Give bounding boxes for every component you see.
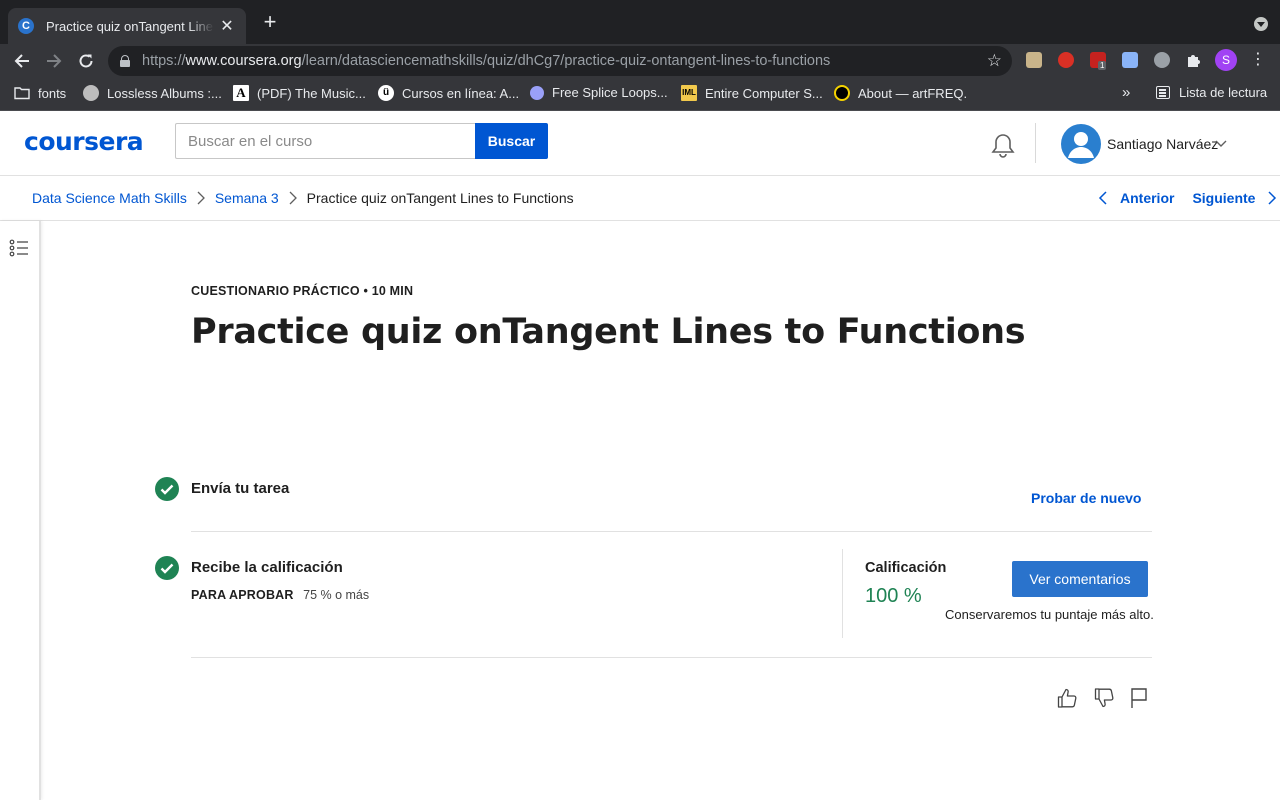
bookmark-item[interactable]: IML Entire Computer S... (681, 85, 823, 101)
course-search-input[interactable] (175, 123, 475, 159)
breadcrumb-course[interactable]: Data Science Math Skills (32, 190, 187, 206)
bookmark-item[interactable]: About — artFREQ. (834, 85, 967, 101)
extension-mustache-icon[interactable] (1026, 52, 1042, 68)
check-circle-icon (155, 556, 179, 580)
section-divider (191, 657, 1152, 658)
bookmarks-overflow-icon[interactable]: » (1122, 84, 1130, 101)
grade-label: Calificación (865, 560, 947, 576)
section-divider (191, 531, 1152, 532)
bookmarks-bar: fonts Lossless Albums :... A (PDF) The M… (0, 77, 1280, 111)
item-pager: Anterior Siguiente (1098, 190, 1277, 206)
browser-tab[interactable]: C Practice quiz onTangent Lines to Funct… (8, 8, 246, 44)
forward-icon[interactable] (41, 48, 67, 74)
breadcrumb: Data Science Math Skills Semana 3 Practi… (32, 190, 574, 206)
site-header: coursera Buscar Santiago Narváez (0, 111, 1280, 176)
chevron-right-icon (288, 191, 298, 205)
iml-icon: IML (681, 85, 697, 101)
profile-avatar[interactable]: S (1215, 49, 1237, 71)
udemy-icon: ü (378, 85, 394, 101)
extension-adblock-icon[interactable] (1058, 52, 1074, 68)
user-avatar[interactable] (1061, 124, 1101, 164)
breadcrumb-current: Practice quiz onTangent Lines to Functio… (306, 190, 574, 206)
bookmark-item[interactable]: Free Splice Loops... (530, 85, 668, 100)
close-tab-icon[interactable]: ✕ (218, 16, 236, 36)
folder-icon (14, 87, 30, 100)
try-again-button[interactable]: Probar de nuevo (1031, 490, 1141, 506)
chevron-left-icon (1098, 191, 1107, 205)
new-tab-icon[interactable]: + (258, 10, 282, 34)
lock-icon (120, 55, 130, 67)
browser-menu-icon[interactable]: ⋮ (1250, 52, 1266, 68)
receive-grade-step: Recibe la calificación (191, 559, 343, 576)
pass-value: 75 % o más (303, 588, 370, 602)
back-icon[interactable] (9, 48, 35, 74)
bookmark-star-icon[interactable]: ☆ (987, 51, 1002, 71)
course-outline-list-icon[interactable] (9, 239, 29, 257)
submit-assignment-step: Envía tu tarea (191, 480, 290, 497)
tab-search-icon[interactable] (1254, 17, 1268, 31)
breadcrumb-week[interactable]: Semana 3 (215, 190, 279, 206)
chevron-right-icon (196, 191, 206, 205)
browser-toolbar: https://www.coursera.org/learn/datascien… (0, 44, 1280, 77)
globe-icon (83, 85, 99, 101)
report-flag-icon[interactable] (1130, 687, 1148, 709)
item-type-label: CUESTIONARIO PRÁCTICO • 10 MIN (191, 284, 414, 298)
bookmark-item[interactable]: ü Cursos en línea: A... (378, 85, 519, 101)
grade-value: 100 % (865, 585, 922, 607)
breadcrumb-divider (0, 220, 1280, 221)
coursera-favicon-icon: C (18, 18, 34, 34)
reload-icon[interactable] (73, 48, 99, 74)
url-text: https://www.coursera.org/learn/datascien… (142, 53, 831, 69)
previous-button[interactable]: Anterior (1098, 190, 1174, 206)
notification-bell-icon[interactable] (990, 132, 1016, 160)
chevron-right-icon (1268, 191, 1277, 205)
page-title: Practice quiz onTangent Lines to Functio… (191, 312, 1026, 352)
user-silhouette-icon (1068, 132, 1094, 158)
pass-label: PARA APROBAR (191, 588, 294, 602)
header-divider (1035, 123, 1036, 163)
address-bar[interactable]: https://www.coursera.org/learn/datascien… (108, 46, 1012, 76)
extension-calendar-icon[interactable]: 1 (1090, 52, 1107, 70)
reading-list-button[interactable]: Lista de lectura (1156, 85, 1267, 100)
bookmark-item[interactable]: A (PDF) The Music... (233, 85, 366, 101)
browser-tab-bar: C Practice quiz onTangent Lines to Funct… (0, 0, 1280, 44)
passing-requirement: PARA APROBAR 75 % o más (191, 588, 369, 602)
artfreq-icon (834, 85, 850, 101)
tab-title: Practice quiz onTangent Lines to Functio… (46, 18, 214, 34)
coursera-logo[interactable]: coursera (24, 127, 144, 156)
bookmark-item[interactable]: fonts (14, 85, 66, 101)
reading-list-icon (1156, 86, 1170, 99)
highest-score-note: Conservaremos tu puntaje más alto. (945, 607, 1154, 622)
chevron-down-icon[interactable] (1214, 136, 1228, 150)
view-feedback-button[interactable]: Ver comentarios (1012, 561, 1148, 597)
splice-icon (530, 85, 544, 100)
academia-icon: A (233, 85, 249, 101)
extension-network-icon[interactable] (1154, 52, 1170, 68)
bookmark-item[interactable]: Lossless Albums :... (83, 85, 222, 101)
thumbs-up-icon[interactable] (1057, 687, 1077, 709)
extension-badge: 1 (1098, 61, 1107, 70)
extension-docs-icon[interactable] (1122, 52, 1138, 68)
next-button[interactable]: Siguiente (1192, 190, 1277, 206)
user-name[interactable]: Santiago Narváez (1107, 136, 1218, 152)
extensions-puzzle-icon[interactable] (1186, 52, 1202, 68)
thumbs-down-icon[interactable] (1094, 687, 1114, 709)
grade-divider (842, 549, 843, 638)
check-circle-icon (155, 477, 179, 501)
search-button[interactable]: Buscar (475, 123, 548, 159)
course-outline-rail (0, 221, 41, 800)
